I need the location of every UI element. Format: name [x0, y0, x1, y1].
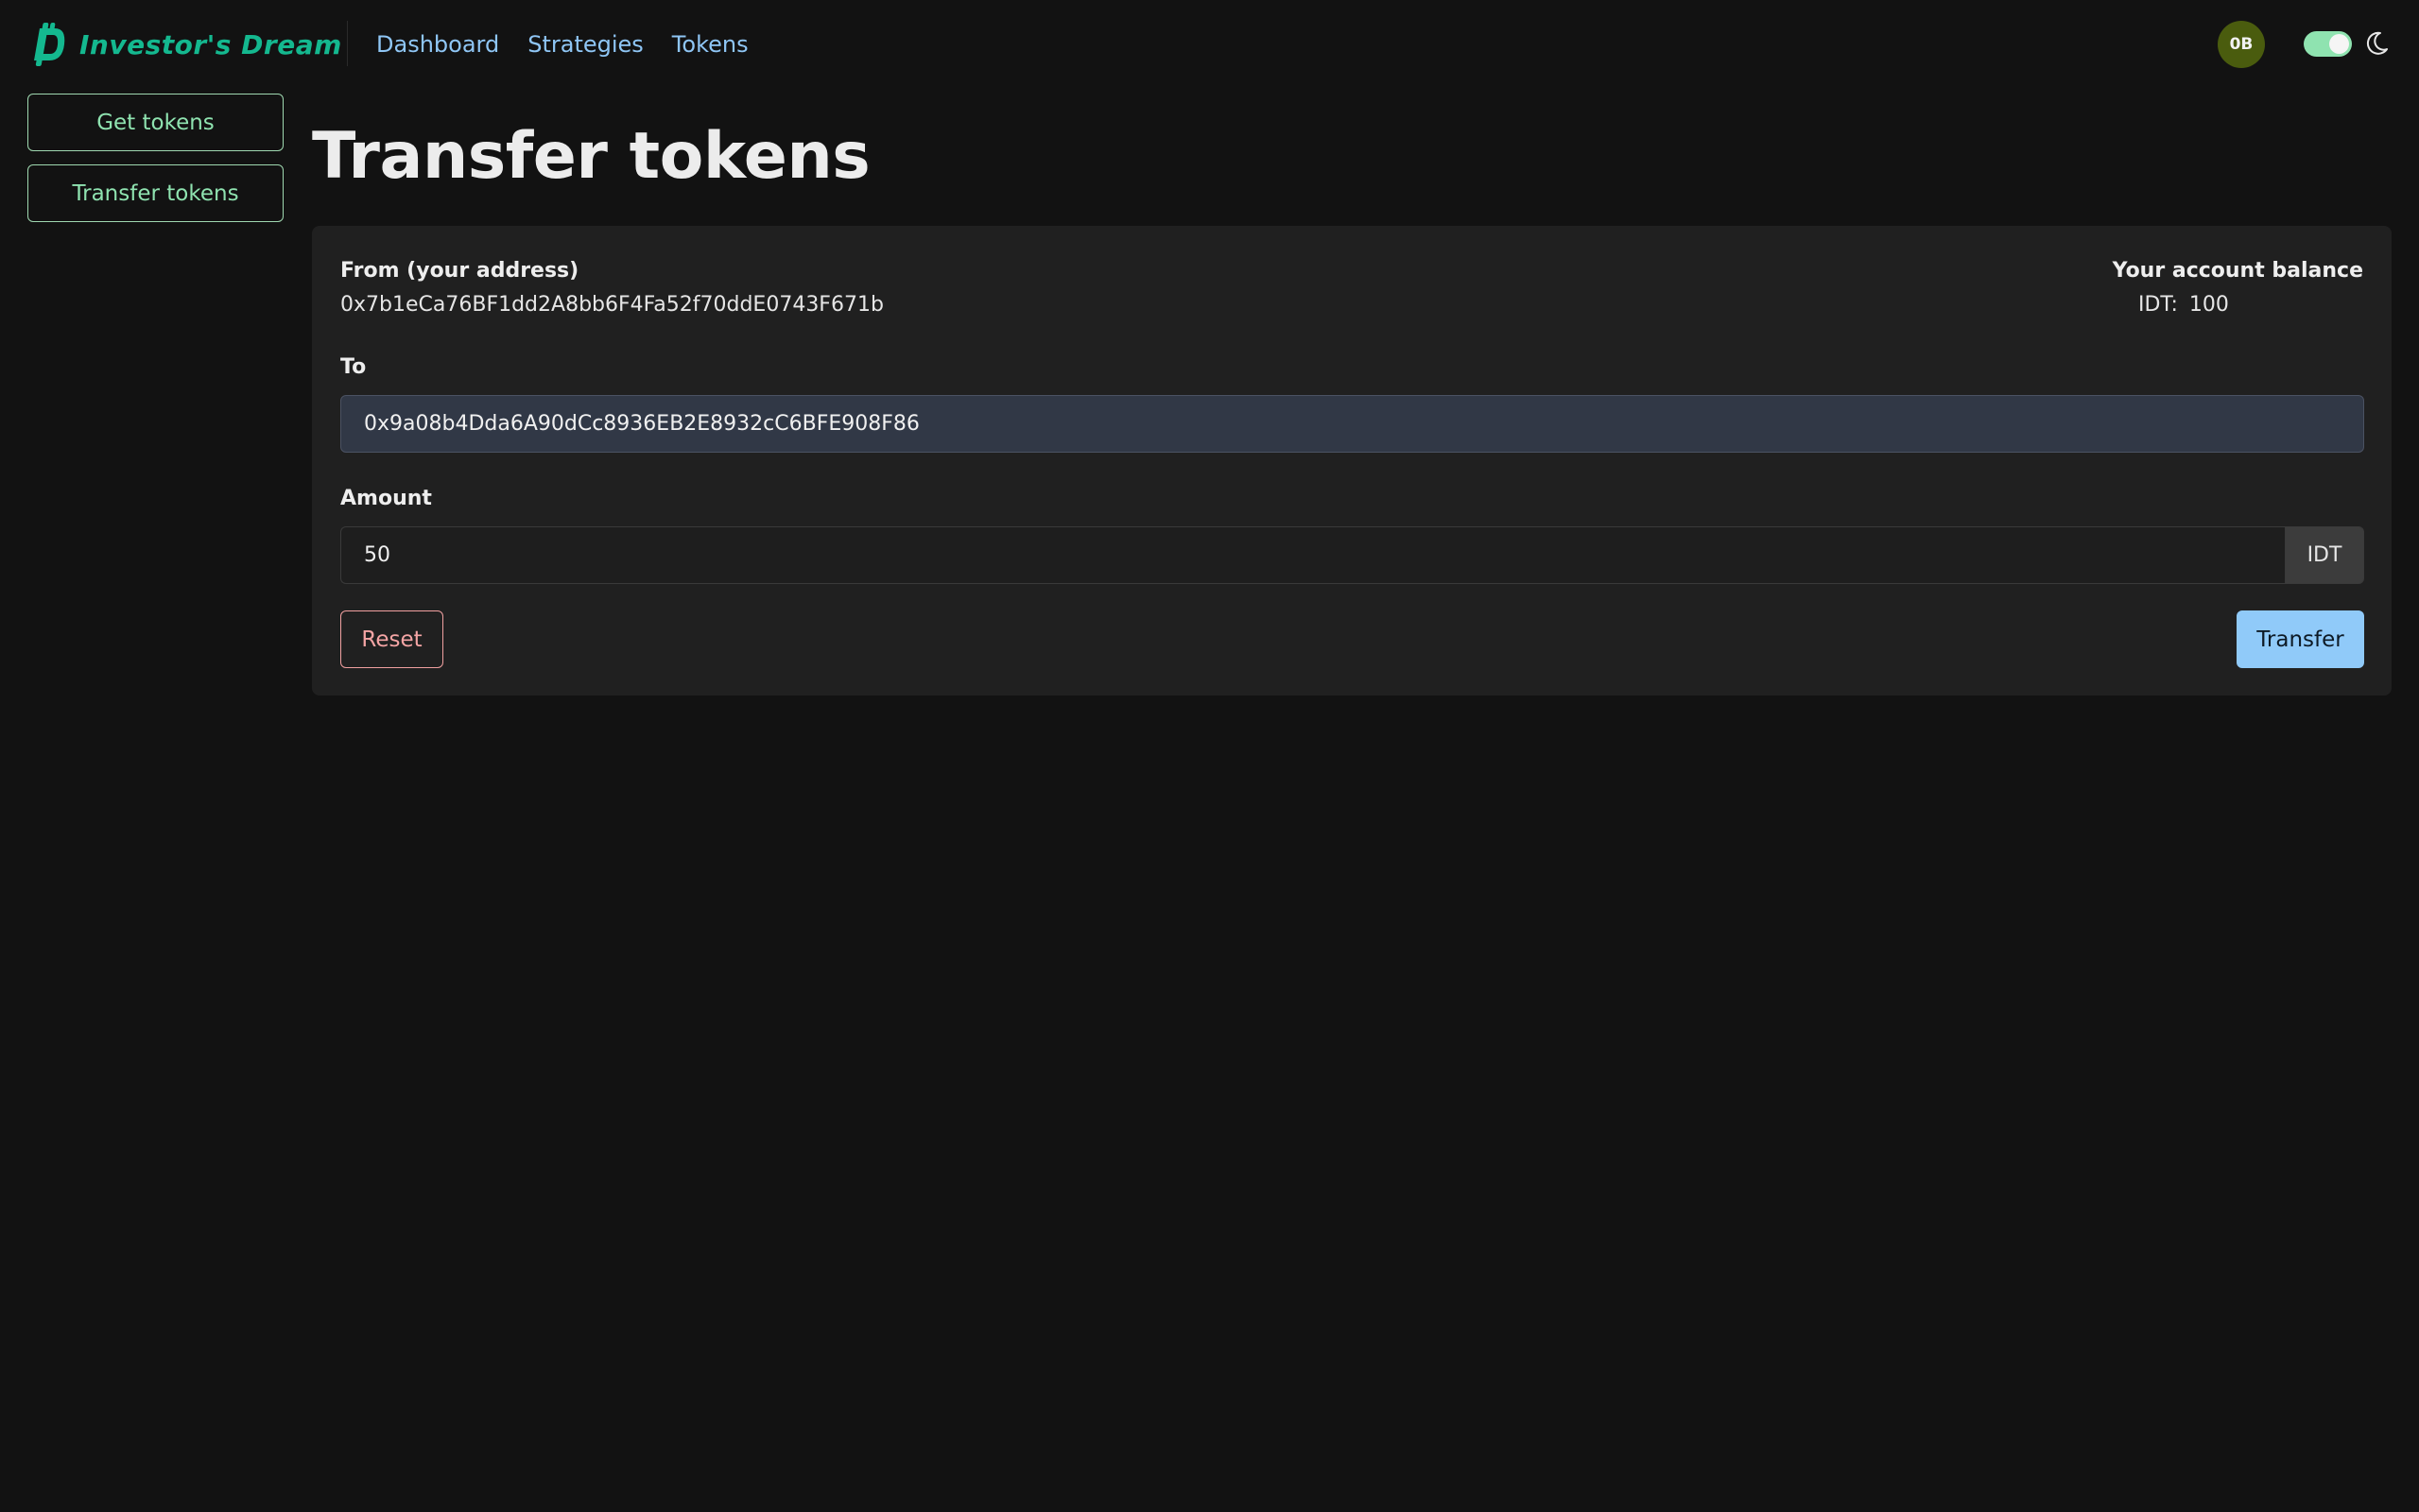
to-address-input[interactable] [340, 395, 2364, 453]
from-label: From (your address) [340, 259, 579, 283]
main-nav: Dashboard Strategies Tokens [376, 31, 777, 58]
theme-toggle[interactable] [2304, 31, 2352, 57]
top-navbar: Investor's Dream Dashboard Strategies To… [0, 0, 2419, 93]
transfer-button[interactable]: Transfer [2237, 610, 2364, 668]
transfer-form-card: From (your address) 0x7b1eCa76BF1dd2A8bb… [312, 226, 2392, 696]
balance-value: IDT: 100 [2138, 293, 2229, 317]
page-title: Transfer tokens [312, 119, 871, 194]
theme-toggle-knob [2329, 34, 2349, 54]
to-label: To [340, 355, 367, 379]
balance-currency: IDT: [2138, 293, 2178, 317]
amount-unit-addon: IDT [2285, 526, 2364, 584]
brand-coin-icon [34, 23, 65, 66]
amount-label: Amount [340, 487, 432, 510]
sidebar: Get tokens Transfer tokens [27, 94, 284, 235]
nav-dashboard[interactable]: Dashboard [376, 31, 499, 58]
nav-strategies[interactable]: Strategies [527, 31, 644, 58]
nav-tokens[interactable]: Tokens [672, 31, 749, 58]
balance-amount: 100 [2188, 293, 2229, 317]
reset-button[interactable]: Reset [340, 610, 443, 668]
brand-logo-link[interactable]: Investor's Dream [32, 21, 342, 68]
sidebar-get-tokens-button[interactable]: Get tokens [27, 94, 284, 151]
amount-input-group: IDT [340, 526, 2364, 584]
amount-input[interactable] [340, 526, 2285, 584]
sidebar-transfer-tokens-button[interactable]: Transfer tokens [27, 164, 284, 222]
header-divider [347, 21, 348, 66]
from-address: 0x7b1eCa76BF1dd2A8bb6F4Fa52f70ddE0743F67… [340, 293, 884, 317]
moon-icon [2366, 31, 2388, 55]
brand-name: Investor's Dream [79, 28, 342, 60]
user-avatar[interactable]: 0B [2218, 21, 2265, 68]
balance-label: Your account balance [2112, 259, 2363, 283]
